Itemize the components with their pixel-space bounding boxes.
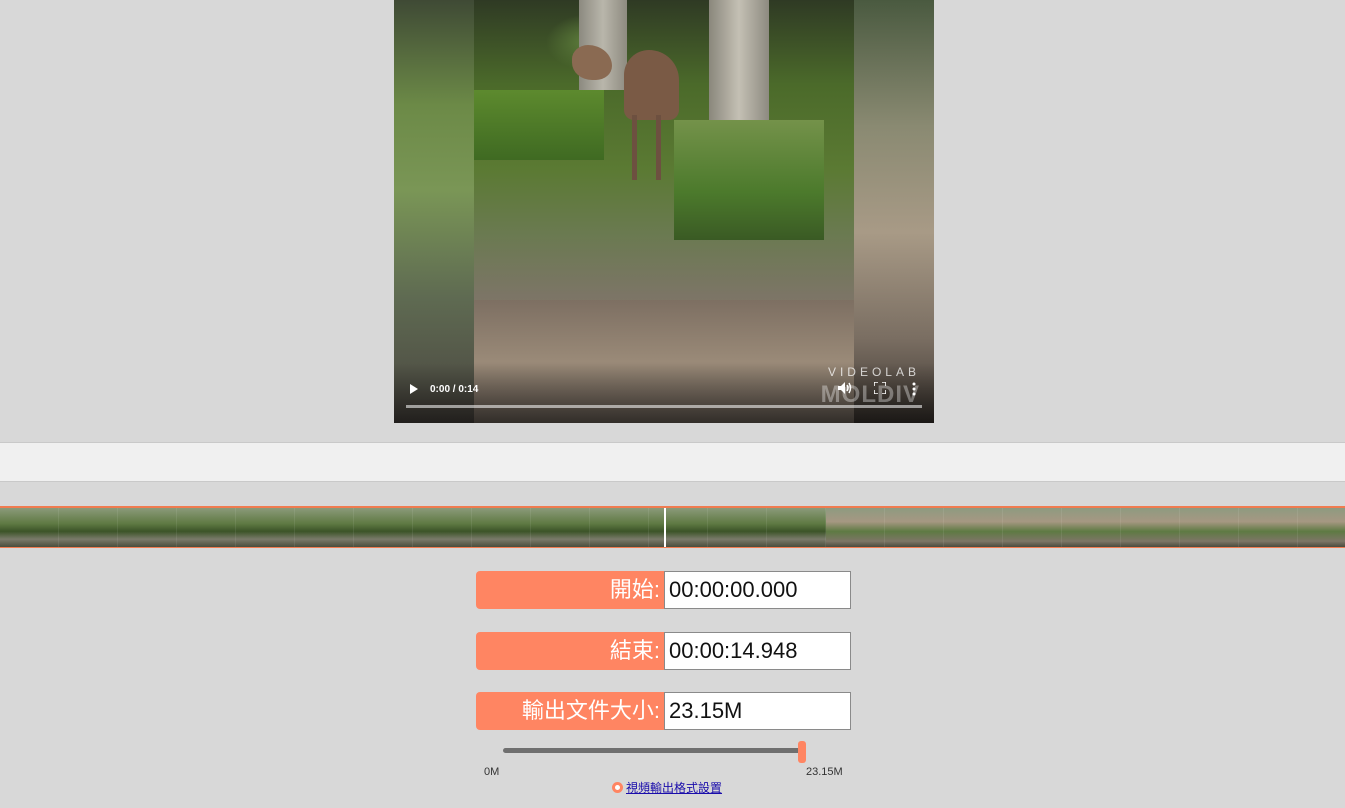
deer-leg [632, 115, 637, 180]
timeline-thumbnail [1062, 508, 1121, 547]
timeline-thumbnail [1003, 508, 1062, 547]
timeline-thumbnail [885, 508, 944, 547]
timeline-thumbnail [1121, 508, 1180, 547]
timeline-thumbnail [531, 508, 590, 547]
video-player[interactable]: VIDEOLAB MOLDIV 0:00 / 0:14 [394, 0, 934, 423]
start-time-label: 開始: [476, 571, 664, 609]
timeline-filmstrip[interactable] [0, 506, 1345, 548]
timeline-thumbnail [944, 508, 1003, 547]
timeline-thumbnail [1298, 508, 1345, 547]
deer-leg [656, 115, 661, 180]
moss-stone [474, 90, 604, 160]
output-size-input[interactable] [664, 692, 851, 730]
timeline-playhead[interactable] [664, 508, 666, 547]
timeline-thumbnail [177, 508, 236, 547]
separator-bar-inner [0, 442, 1345, 482]
volume-icon[interactable] [838, 382, 852, 394]
video-frame-blur-right [854, 0, 934, 423]
timeline-thumbnail [590, 508, 649, 547]
timeline-thumbnail [118, 508, 177, 547]
stone-pillar [709, 0, 769, 120]
timeline-thumbnail [472, 508, 531, 547]
video-controls: VIDEOLAB MOLDIV 0:00 / 0:14 [394, 363, 934, 423]
slider-min-label: 0M [484, 766, 500, 778]
end-time-label: 結束: [476, 632, 664, 670]
timeline-thumbnail [1239, 508, 1298, 547]
video-progress-bar[interactable] [406, 405, 922, 408]
output-format-settings-link[interactable]: 視頻輸出格式設置 [626, 781, 722, 795]
watermark-videolab: VIDEOLAB [827, 365, 920, 379]
timeline-thumbnail [767, 508, 826, 547]
timeline-thumbnail [1180, 508, 1239, 547]
end-time-row: 結束: [476, 632, 851, 670]
moss-stone [674, 120, 824, 240]
timeline-thumbnail [295, 508, 354, 547]
timeline-thumbnail [236, 508, 295, 547]
gear-icon [612, 782, 623, 793]
timeline-thumbnail [826, 508, 885, 547]
timeline-thumbnail [413, 508, 472, 547]
play-icon[interactable] [410, 384, 418, 394]
more-options-icon[interactable] [912, 382, 916, 396]
deer-body [624, 50, 679, 120]
start-time-row: 開始: [476, 571, 851, 609]
timeline-thumbnail [354, 508, 413, 547]
timeline-thumbnail [649, 508, 708, 547]
timeline-thumbnail [0, 508, 59, 547]
size-slider-track[interactable] [503, 748, 803, 753]
timeline-thumbnail [708, 508, 767, 547]
fullscreen-icon[interactable] [874, 382, 886, 394]
end-time-input[interactable] [664, 632, 851, 670]
time-readout: 0:00 / 0:14 [430, 384, 479, 395]
timeline-thumbnail [59, 508, 118, 547]
slider-max-label: 23.15M [806, 766, 843, 778]
video-frame-blur-left [394, 0, 474, 423]
output-size-row: 輸出文件大小: [476, 692, 851, 730]
output-size-label: 輸出文件大小: [476, 692, 664, 730]
separator-bar [0, 430, 1345, 482]
output-settings: 視頻輸出格式設置 [612, 779, 722, 796]
size-slider-handle[interactable] [798, 741, 806, 763]
start-time-input[interactable] [664, 571, 851, 609]
